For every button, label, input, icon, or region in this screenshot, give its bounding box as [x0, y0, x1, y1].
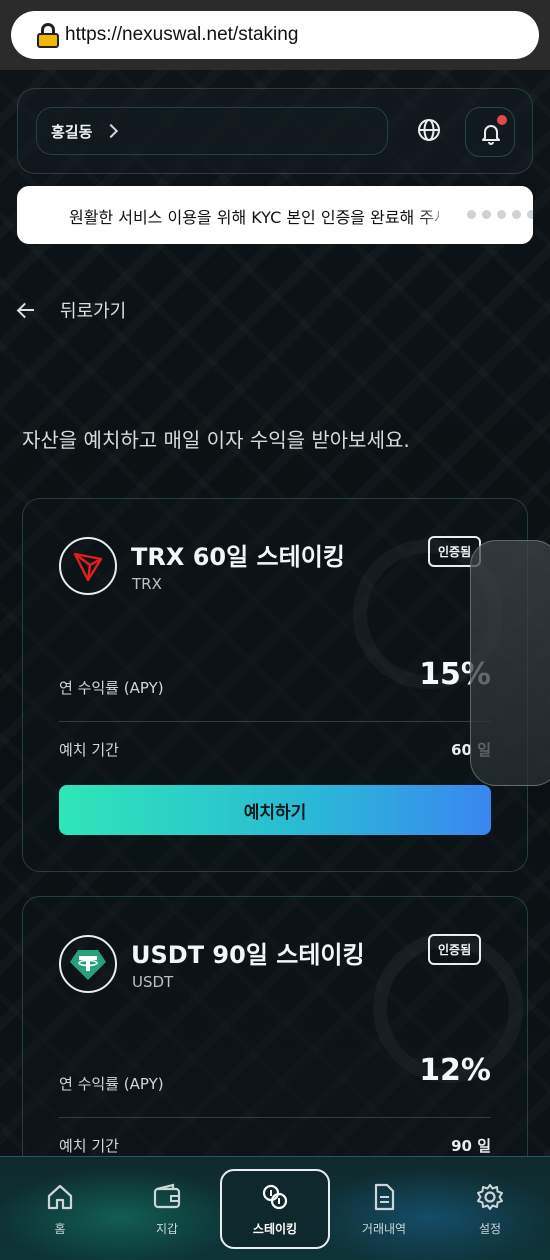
- floating-side-panel[interactable]: [470, 540, 550, 786]
- nav-home[interactable]: 홈: [10, 1157, 110, 1260]
- arrow-left-icon: [16, 300, 36, 320]
- divider: [59, 1117, 491, 1118]
- user-profile-button[interactable]: 홍길동: [36, 107, 388, 155]
- browser-toolbar: https://nexuswal.net/staking: [0, 0, 550, 70]
- globe-icon: [418, 119, 440, 141]
- apy-value: 12%: [419, 1053, 491, 1088]
- back-button[interactable]: 뒤로가기: [14, 294, 126, 326]
- coins-icon: [262, 1184, 288, 1209]
- apy-label: 연 수익률 (APY): [59, 1075, 164, 1093]
- document-icon: [374, 1183, 395, 1210]
- bottom-navigation: 홈 지갑 스테이킹 거래내역 설정: [0, 1156, 550, 1260]
- nav-settings[interactable]: 설정: [440, 1157, 540, 1260]
- period-label: 예치 기간: [59, 1137, 119, 1155]
- back-label: 뒤로가기: [60, 301, 127, 322]
- nav-staking[interactable]: 스테이킹: [220, 1169, 330, 1249]
- verified-badge: 인증됨: [428, 934, 482, 965]
- nav-history[interactable]: 거래내역: [334, 1157, 434, 1260]
- staking-card: USDT 90일 스테이킹 USDT 인증됨 연 수익률 (APY) 12% 예…: [22, 896, 528, 1196]
- nav-wallet[interactable]: 지갑: [117, 1157, 217, 1260]
- nav-label: 홈: [54, 1221, 66, 1236]
- chevron-right-icon: [104, 123, 119, 139]
- card-symbol: USDT: [132, 973, 174, 991]
- language-button[interactable]: [414, 115, 444, 145]
- period-label: 예치 기간: [59, 741, 119, 759]
- apy-label: 연 수익률 (APY): [59, 679, 164, 697]
- period-value: 90 일: [451, 1137, 491, 1155]
- address-bar[interactable]: https://nexuswal.net/staking: [11, 11, 539, 59]
- card-symbol: TRX: [132, 575, 162, 593]
- staking-card: TRX 60일 스테이킹 TRX 인증됨 연 수익률 (APY) 15% 예치 …: [22, 498, 528, 872]
- nav-label: 설정: [478, 1221, 502, 1236]
- nav-label: 거래내역: [361, 1221, 407, 1236]
- notifications-button[interactable]: [465, 107, 515, 157]
- nav-label: 스테이킹: [252, 1221, 298, 1236]
- nav-label: 지갑: [155, 1221, 179, 1236]
- gear-icon: [477, 1183, 503, 1210]
- notice-text: 원활한 서비스 이용을 위해 KYC 본인 인증을 완료해 주세요: [69, 208, 439, 227]
- url-text[interactable]: https://nexuswal.net/staking: [65, 24, 298, 46]
- kyc-notice-banner[interactable]: 원활한 서비스 이용을 위해 KYC 본인 인증을 완료해 주세요: [17, 186, 533, 244]
- card-title: USDT 90일 스테이킹: [131, 941, 365, 969]
- tether-icon: [59, 935, 117, 993]
- deposit-button[interactable]: 예치하기: [59, 785, 491, 835]
- home-icon: [47, 1184, 73, 1209]
- tron-icon: [59, 537, 117, 595]
- card-title: TRX 60일 스테이킹: [131, 543, 345, 571]
- notice-indicator: [467, 210, 533, 219]
- user-name: 홍길동: [51, 122, 93, 141]
- notification-badge: [497, 115, 507, 125]
- page-subtitle: 자산을 예치하고 매일 이자 수익을 받아보세요.: [22, 428, 410, 452]
- wallet-icon: [153, 1183, 181, 1208]
- lock-icon: [37, 22, 59, 48]
- app-header: 홍길동: [17, 88, 533, 174]
- divider: [59, 721, 491, 722]
